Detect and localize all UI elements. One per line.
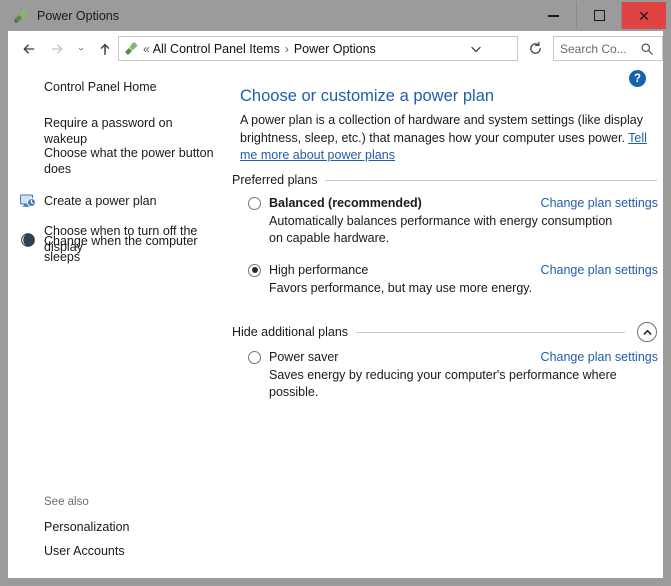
see-also-label: See also bbox=[44, 496, 89, 508]
help-button[interactable]: ? bbox=[629, 70, 646, 87]
breadcrumb-item-power-options[interactable]: Power Options bbox=[294, 42, 376, 56]
plan-description-high-performance: Favors performance, but may use more ene… bbox=[269, 281, 533, 295]
minimize-button[interactable] bbox=[531, 2, 576, 29]
sidebar: Control Panel Home Require a password on… bbox=[8, 67, 226, 578]
breadcrumb[interactable]: « All Control Panel Items › Power Option… bbox=[118, 36, 518, 61]
breadcrumb-separator: › bbox=[284, 41, 289, 56]
sidebar-item-user-accounts[interactable]: User Accounts bbox=[44, 543, 125, 559]
plan-header: Balanced (recommended) Change plan setti… bbox=[248, 196, 658, 210]
maximize-icon bbox=[593, 10, 605, 21]
section-divider bbox=[325, 179, 657, 181]
back-button[interactable] bbox=[16, 35, 42, 63]
plan-name-power-saver[interactable]: Power saver bbox=[269, 350, 338, 364]
plan-header: High performance Change plan settings bbox=[248, 263, 658, 277]
chevron-down-icon bbox=[471, 46, 481, 52]
address-bar: « All Control Panel Items › Power Option… bbox=[8, 31, 663, 67]
section-divider bbox=[356, 331, 625, 333]
preferred-plans-label: Preferred plans bbox=[232, 173, 318, 187]
up-arrow-icon bbox=[100, 43, 110, 55]
radio-high-performance[interactable] bbox=[248, 263, 261, 277]
plan-row-power-saver: Power saver Change plan settings Saves e… bbox=[248, 350, 658, 401]
sidebar-item-choose-power-button-does[interactable]: Choose what the power button does bbox=[44, 145, 214, 177]
breadcrumb-power-plug-icon bbox=[123, 41, 139, 57]
hide-additional-plans-label[interactable]: Hide additional plans bbox=[232, 325, 348, 339]
forward-button[interactable] bbox=[44, 35, 70, 63]
plan-name-high-performance[interactable]: High performance bbox=[269, 263, 368, 277]
breadcrumb-item-all-control-panel-items[interactable]: All Control Panel Items bbox=[153, 42, 280, 56]
page-title: Choose or customize a power plan bbox=[240, 87, 495, 105]
main-panel: ? Choose or customize a power plan A pow… bbox=[226, 67, 663, 578]
back-arrow-icon bbox=[23, 44, 35, 54]
plan-header: Power saver Change plan settings bbox=[248, 350, 658, 364]
change-plan-settings-link-balanced[interactable]: Change plan settings bbox=[541, 196, 658, 210]
display-clock-icon bbox=[20, 193, 36, 209]
collapse-additional-plans-button[interactable] bbox=[637, 322, 657, 342]
sleep-moon-icon bbox=[20, 232, 36, 248]
additional-plans-section-header: Hide additional plans bbox=[232, 322, 657, 342]
sidebar-item-require-password-on-wakeup[interactable]: Require a password on wakeup bbox=[44, 115, 219, 147]
preferred-plans-section-header: Preferred plans bbox=[232, 173, 657, 187]
window-controls: ✕ bbox=[531, 2, 666, 29]
plan-name-balanced[interactable]: Balanced (recommended) bbox=[269, 196, 422, 210]
content-pane: Control Panel Home Require a password on… bbox=[8, 67, 663, 578]
breadcrumb-overflow-chevron[interactable]: « bbox=[143, 42, 150, 56]
page-description: A power plan is a collection of hardware… bbox=[240, 112, 648, 165]
plan-row-high-performance: High performance Change plan settings Fa… bbox=[248, 263, 658, 297]
sidebar-item-personalization[interactable]: Personalization bbox=[44, 519, 129, 535]
page-description-text: A power plan is a collection of hardware… bbox=[240, 113, 643, 145]
change-plan-settings-link-high-performance[interactable]: Change plan settings bbox=[541, 263, 658, 277]
chevron-down-icon bbox=[78, 48, 84, 51]
radio-balanced[interactable] bbox=[248, 196, 261, 210]
radio-power-saver[interactable] bbox=[248, 350, 261, 364]
up-button[interactable] bbox=[92, 35, 118, 63]
plan-row-balanced: Balanced (recommended) Change plan setti… bbox=[248, 196, 658, 247]
close-button[interactable]: ✕ bbox=[621, 2, 666, 29]
change-plan-settings-link-power-saver[interactable]: Change plan settings bbox=[541, 350, 658, 364]
recent-locations-button[interactable] bbox=[72, 35, 90, 63]
search-input[interactable] bbox=[560, 41, 640, 56]
sidebar-item-change-when-computer-sleeps[interactable]: Change when the computer sleeps bbox=[44, 233, 219, 265]
window-title: Power Options bbox=[37, 8, 119, 23]
power-plug-icon bbox=[13, 8, 29, 24]
title-bar: Power Options ✕ bbox=[0, 0, 671, 31]
navigation-buttons bbox=[16, 31, 118, 67]
refresh-icon bbox=[529, 41, 541, 54]
search-icon bbox=[641, 43, 653, 55]
search-box[interactable] bbox=[553, 36, 663, 61]
chevron-up-icon bbox=[643, 329, 651, 335]
plan-description-balanced: Automatically balances performance with … bbox=[269, 214, 613, 245]
plan-description-power-saver: Saves energy by reducing your computer's… bbox=[269, 368, 617, 399]
forward-arrow-icon bbox=[51, 44, 63, 54]
sidebar-item-create-power-plan[interactable]: Create a power plan bbox=[44, 193, 219, 209]
minimize-icon bbox=[548, 14, 559, 17]
title-bar-left: Power Options bbox=[13, 0, 119, 31]
sidebar-item-control-panel-home[interactable]: Control Panel Home bbox=[44, 79, 157, 95]
breadcrumb-dropdown-button[interactable] bbox=[465, 37, 487, 60]
maximize-button[interactable] bbox=[576, 2, 621, 29]
power-options-window: Power Options ✕ « All Control Panel Item… bbox=[0, 0, 671, 586]
close-icon: ✕ bbox=[638, 7, 650, 24]
refresh-button[interactable] bbox=[523, 37, 547, 60]
